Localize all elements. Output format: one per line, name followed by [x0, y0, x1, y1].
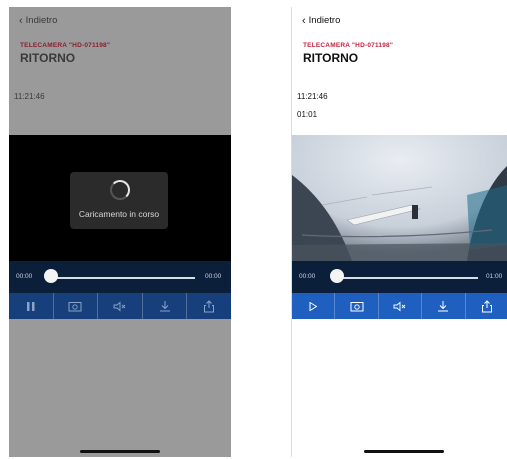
- mute-button[interactable]: [98, 293, 143, 319]
- phone-screen-loading: ‹ Indietro TELECAMERA "HD-071198" RITORN…: [9, 7, 231, 457]
- player-controls: [292, 293, 507, 319]
- download-button[interactable]: [143, 293, 188, 319]
- pause-icon: [26, 301, 35, 311]
- home-indicator: [80, 450, 160, 453]
- spinner-icon: [110, 180, 130, 200]
- loading-overlay: Caricamento in corso: [70, 172, 168, 229]
- camera-label: TELECAMERA "HD-071198": [303, 42, 394, 49]
- chevron-left-icon: ‹: [19, 14, 23, 27]
- pause-button[interactable]: [9, 293, 54, 319]
- page-title: RITORNO: [20, 51, 76, 65]
- back-button[interactable]: ‹ Indietro: [19, 15, 57, 26]
- mute-button[interactable]: [379, 293, 423, 319]
- event-time: 11:21:46: [14, 92, 45, 101]
- speaker-muted-icon: [113, 301, 126, 311]
- home-indicator: [364, 450, 444, 453]
- share-icon: [481, 299, 492, 312]
- event-duration: 01:01: [297, 110, 318, 119]
- download-icon: [159, 301, 170, 312]
- download-button[interactable]: [422, 293, 466, 319]
- seek-knob[interactable]: [330, 269, 344, 283]
- back-button[interactable]: ‹ Indietro: [302, 15, 340, 26]
- share-icon: [204, 299, 215, 312]
- download-icon: [438, 301, 449, 312]
- snapshot-icon: [68, 301, 82, 311]
- share-button[interactable]: [187, 293, 231, 319]
- seek-total-time: 00:00: [205, 273, 222, 280]
- seek-knob[interactable]: [44, 269, 58, 283]
- back-label: Indietro: [308, 15, 341, 26]
- seek-current-time: 00:00: [16, 273, 33, 280]
- loading-text: Caricamento in corso: [78, 209, 160, 219]
- video-player[interactable]: [292, 135, 507, 261]
- snapshot-icon: [350, 301, 364, 311]
- player-controls: [9, 293, 231, 319]
- page-title: RITORNO: [303, 51, 359, 65]
- back-label: Indietro: [25, 15, 58, 26]
- play-button[interactable]: [292, 293, 336, 319]
- chevron-left-icon: ‹: [302, 14, 306, 27]
- video-player[interactable]: Caricamento in corso: [9, 135, 231, 261]
- seek-current-time: 00:00: [299, 273, 316, 280]
- camera-label: TELECAMERA "HD-071198": [20, 42, 111, 49]
- seek-bar: 00:00 00:00: [9, 261, 231, 293]
- snapshot-button[interactable]: [335, 293, 379, 319]
- camera-frame-image: [292, 135, 507, 261]
- speaker-muted-icon: [393, 301, 406, 311]
- play-icon: [309, 301, 318, 311]
- seek-track[interactable]: [336, 277, 478, 279]
- seek-track[interactable]: [45, 277, 195, 279]
- share-button[interactable]: [466, 293, 507, 319]
- seek-bar: 00:00 01:00: [292, 261, 507, 293]
- snapshot-button[interactable]: [54, 293, 99, 319]
- seek-total-time: 01:00: [486, 273, 503, 280]
- event-time: 11:21:46: [297, 92, 328, 101]
- phone-screen-playback: ‹ Indietro TELECAMERA "HD-071198" RITORN…: [291, 7, 507, 457]
